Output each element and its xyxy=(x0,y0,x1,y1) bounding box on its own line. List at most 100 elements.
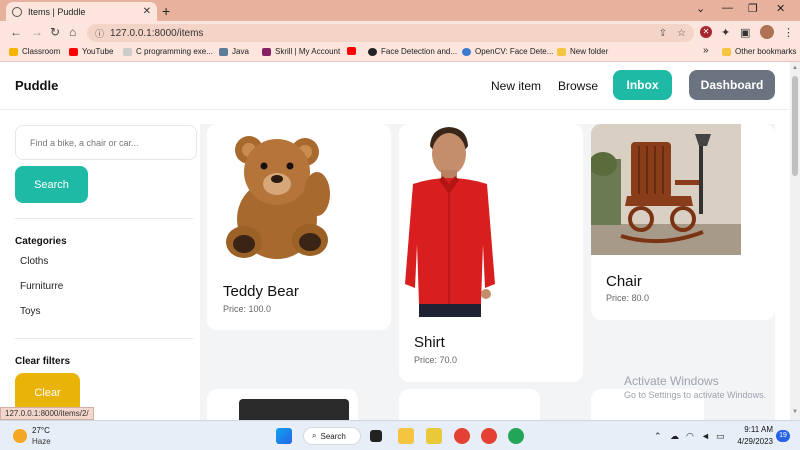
teddy-bear-image xyxy=(207,124,348,265)
activate-windows-watermark: Activate Windows Go to Settings to activ… xyxy=(624,374,766,400)
volume-icon[interactable]: ◄ xyxy=(701,431,710,441)
tab-title: Items | Puddle xyxy=(28,6,86,17)
item-card-shirt[interactable]: Shirt Price: 70.0 xyxy=(399,124,583,382)
browser-toolbar: ← → ↻ ⌂ ⓘ 127.0.0.1:8000/items ⇪ ☆ ✕ ✦ ▣… xyxy=(0,21,800,44)
folder-icon xyxy=(557,47,566,56)
share-icon[interactable]: ⇪ xyxy=(659,28,667,39)
close-window-button[interactable]: ✕ xyxy=(776,2,785,15)
reload-icon[interactable]: ↻ xyxy=(50,25,60,39)
inbox-button[interactable]: Inbox xyxy=(613,70,672,100)
search-button[interactable]: Search xyxy=(15,166,88,203)
categories-heading: Categories xyxy=(15,236,67,247)
search-icon: ⌕ xyxy=(312,431,317,440)
minimize-button[interactable]: — xyxy=(722,2,733,14)
scroll-down-icon[interactable]: ▼ xyxy=(792,409,798,415)
category-item-cloths[interactable]: Cloths xyxy=(20,256,48,267)
item-card-chair[interactable]: Chair Price: 80.0 xyxy=(591,124,775,320)
wifi-icon[interactable]: ◠ xyxy=(686,431,694,442)
browser-tab[interactable]: Items | Puddle ✕ xyxy=(6,2,157,21)
youtube-icon xyxy=(347,47,356,55)
clock-date[interactable]: 4/29/2023 xyxy=(731,437,773,446)
kebab-menu-icon[interactable]: ⋮ xyxy=(783,26,794,39)
weather-sun-icon[interactable] xyxy=(13,429,27,443)
search-input[interactable] xyxy=(15,125,197,160)
youtube-icon xyxy=(69,47,78,56)
taskbar-search-label: Search xyxy=(320,431,346,441)
item-image xyxy=(239,399,349,420)
home-icon[interactable]: ⌂ xyxy=(69,25,76,39)
globe-icon xyxy=(12,6,22,17)
tray-chevron-icon[interactable]: ⌃ xyxy=(654,431,662,442)
watermark-subtitle: Go to Settings to activate Windows. xyxy=(624,390,767,400)
bookmark-youtube-2[interactable] xyxy=(347,47,360,55)
sidebar-divider xyxy=(15,218,193,219)
bookmark-opencv[interactable]: OpenCV: Face Dete... xyxy=(462,47,553,56)
onedrive-icon[interactable]: ☁ xyxy=(670,431,679,442)
red-shirt-image xyxy=(399,124,501,317)
windows-taskbar: 27°C Haze ⌕ Search ⌃ ☁ ◠ ◄ ▭ 9:11 AM 4/2… xyxy=(0,420,800,450)
bookmark-classroom[interactable]: Classroom xyxy=(9,47,60,56)
sidepanel-icon[interactable]: ▣ xyxy=(740,26,750,39)
site-info-icon[interactable]: ⓘ xyxy=(95,27,104,40)
item-name[interactable]: Teddy Bear xyxy=(223,283,299,300)
item-name[interactable]: Chair xyxy=(606,273,642,290)
github-icon xyxy=(368,47,377,56)
dashboard-button[interactable]: Dashboard xyxy=(689,70,775,100)
tab-close-icon[interactable]: ✕ xyxy=(143,6,151,17)
extension-x-icon[interactable]: ✕ xyxy=(700,26,712,38)
opencv-icon xyxy=(462,47,471,56)
bookmark-java[interactable]: Java xyxy=(219,47,249,56)
item-card-teddy-bear[interactable]: Teddy Bear Price: 100.0 xyxy=(207,124,391,330)
category-item-toys[interactable]: Toys xyxy=(20,306,41,317)
rocking-chair-image xyxy=(591,124,741,255)
item-card[interactable] xyxy=(399,389,540,420)
scroll-up-icon[interactable]: ▲ xyxy=(792,65,798,71)
battery-icon[interactable]: ▭ xyxy=(716,431,725,442)
tab-search-icon[interactable]: ⌄ xyxy=(696,2,705,15)
windows-start-icon[interactable] xyxy=(276,428,292,444)
category-item-furniture[interactable]: Furniturre xyxy=(20,281,63,292)
clock-time[interactable]: 9:11 AM xyxy=(737,425,773,434)
bookmark-youtube[interactable]: YouTube xyxy=(69,47,113,56)
bookmark-new-folder[interactable]: New folder xyxy=(557,47,608,56)
sticky-app-icon[interactable] xyxy=(426,428,442,444)
bookmark-c-programming[interactable]: C programming exe... xyxy=(123,47,213,56)
bookmark-face-detection[interactable]: Face Detection and... xyxy=(368,47,457,56)
chrome-icon[interactable] xyxy=(454,428,470,444)
brand-logo-link[interactable]: Puddle xyxy=(15,78,58,93)
star-icon[interactable]: ☆ xyxy=(677,28,686,39)
taskbar-search[interactable]: ⌕ Search xyxy=(303,427,361,445)
item-price: Price: 100.0 xyxy=(223,304,272,314)
sidebar-divider xyxy=(15,338,193,339)
java-icon xyxy=(219,47,228,56)
item-card[interactable] xyxy=(207,389,358,420)
task-view-icon[interactable] xyxy=(370,430,382,442)
file-explorer-icon[interactable] xyxy=(398,428,414,444)
scrollbar-thumb[interactable] xyxy=(792,76,798,176)
chrome-profile-icon[interactable] xyxy=(481,428,497,444)
browse-link[interactable]: Browse xyxy=(558,79,598,93)
bookmark-skrill[interactable]: Skrill | My Account xyxy=(262,47,340,56)
address-bar[interactable]: ⓘ 127.0.0.1:8000/items ⇪ ☆ xyxy=(87,24,694,42)
notification-badge[interactable]: 19 xyxy=(776,430,790,442)
new-tab-button[interactable]: + xyxy=(162,3,170,19)
bookmarks-bar: Classroom YouTube C programming exe... J… xyxy=(0,44,800,62)
page-scrollbar[interactable]: ▲ ▼ xyxy=(790,62,800,420)
watermark-title: Activate Windows xyxy=(624,374,719,388)
new-item-link[interactable]: New item xyxy=(491,79,541,93)
weather-temperature[interactable]: 27°C xyxy=(32,426,50,435)
maximize-button[interactable]: ❐ xyxy=(748,2,758,15)
folder-icon xyxy=(722,47,731,56)
profile-avatar[interactable] xyxy=(760,25,774,39)
item-name[interactable]: Shirt xyxy=(414,334,445,351)
page-viewport: Puddle New item Browse Inbox Dashboard S… xyxy=(0,62,790,420)
weather-condition[interactable]: Haze xyxy=(32,437,51,446)
bookmark-other[interactable]: Other bookmarks xyxy=(722,47,796,56)
app-icon[interactable] xyxy=(508,428,524,444)
back-icon[interactable]: ← xyxy=(10,25,22,39)
skrill-icon xyxy=(262,47,271,56)
bookmarks-overflow-button[interactable]: » xyxy=(703,45,709,56)
forward-icon[interactable]: → xyxy=(31,25,43,39)
url-text: 127.0.0.1:8000/items xyxy=(110,27,204,39)
puzzle-icon[interactable]: ✦ xyxy=(721,26,730,39)
